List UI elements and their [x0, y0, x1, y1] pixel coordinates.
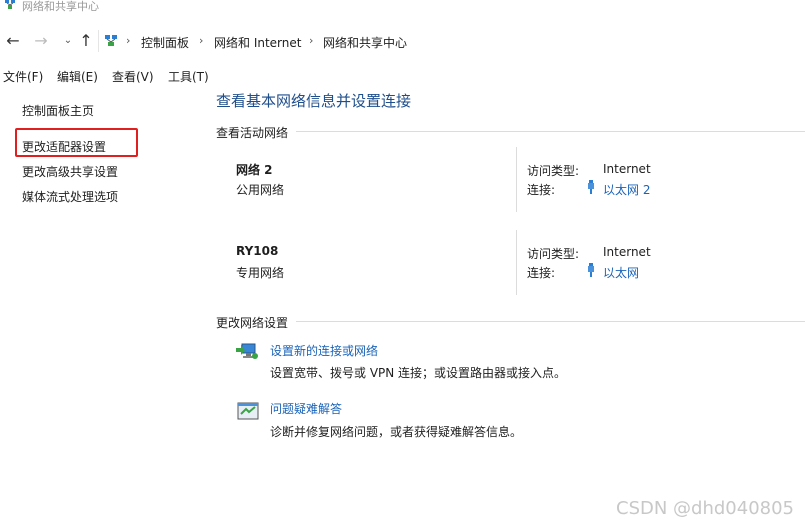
network-name: RY108 — [236, 244, 279, 258]
ethernet-plug-icon — [588, 180, 594, 194]
connection-link[interactable]: 以太网 — [603, 264, 639, 281]
access-type-label: 访问类型: — [527, 247, 580, 261]
back-button[interactable]: ← — [3, 31, 23, 51]
change-settings-heading: 更改网络设置 — [216, 316, 289, 330]
network-center-icon — [105, 35, 117, 46]
menu-edit[interactable]: 编辑(E) — [57, 68, 98, 85]
connection-label: 连接: — [527, 266, 556, 280]
chevron-right-icon: › — [309, 34, 314, 47]
left-link-advanced-sharing-settings[interactable]: 更改高级共享设置 — [22, 163, 118, 180]
section-divider — [296, 321, 805, 322]
watermark: CSDN @dhd040805 — [616, 498, 795, 519]
network-center-icon — [5, 0, 15, 9]
access-type-value: Internet — [603, 245, 651, 259]
recent-locations-button[interactable]: ⌄ — [58, 31, 78, 51]
left-link-media-streaming-options[interactable]: 媒体流式处理选项 — [22, 188, 118, 205]
setup-connection-link[interactable]: 设置新的连接或网络 — [270, 342, 378, 359]
left-link-control-panel-home[interactable]: 控制面板主页 — [22, 102, 94, 119]
setup-connection-description: 设置宽带、拨号或 VPN 连接；或设置路由器或接入点。 — [270, 366, 567, 380]
section-divider — [296, 131, 805, 132]
connection-label: 连接: — [527, 183, 556, 197]
title-bar — [0, 0, 805, 14]
troubleshoot-link[interactable]: 问题疑难解答 — [270, 400, 342, 417]
connection-link[interactable]: 以太网 2 — [603, 181, 650, 198]
window-title: 网络和共享中心 — [22, 0, 99, 13]
network-divider — [516, 230, 517, 295]
menu-file[interactable]: 文件(F) — [3, 68, 43, 85]
left-link-change-adapter-settings[interactable]: 更改适配器设置 — [22, 138, 106, 155]
active-networks-heading: 查看活动网络 — [216, 126, 289, 140]
up-button[interactable]: ↑ — [76, 31, 96, 51]
access-type-label: 访问类型: — [527, 164, 580, 178]
arrow-up-icon: ↑ — [79, 31, 93, 50]
breadcrumb-network-internet[interactable]: 网络和 Internet — [214, 34, 301, 51]
menu-tools[interactable]: 工具(T) — [168, 68, 209, 85]
chevron-right-icon: › — [126, 34, 131, 47]
menu-view[interactable]: 查看(V) — [112, 68, 154, 85]
network-setup-icon — [236, 343, 258, 359]
chevron-right-icon: › — [199, 34, 204, 47]
network-category-link[interactable]: 专用网络 — [236, 264, 284, 281]
address-bar[interactable] — [98, 30, 805, 52]
troubleshoot-description: 诊断并修复网络问题，或者获得疑难解答信息。 — [270, 425, 523, 439]
breadcrumb-network-sharing-center[interactable]: 网络和共享中心 — [323, 34, 407, 51]
ethernet-plug-icon — [588, 263, 594, 277]
forward-button[interactable]: → — [31, 31, 51, 51]
arrow-right-icon: → — [34, 31, 48, 50]
network-divider — [516, 147, 517, 212]
access-type-value: Internet — [603, 162, 651, 176]
chevron-down-icon: ⌄ — [63, 35, 73, 46]
page-title: 查看基本网络信息并设置连接 — [216, 92, 412, 110]
arrow-left-icon: ← — [6, 31, 20, 50]
breadcrumb-control-panel[interactable]: 控制面板 — [141, 34, 189, 51]
troubleshoot-icon — [237, 402, 259, 420]
network-category-link[interactable]: 公用网络 — [236, 181, 284, 198]
network-name: 网络 2 — [236, 163, 273, 177]
